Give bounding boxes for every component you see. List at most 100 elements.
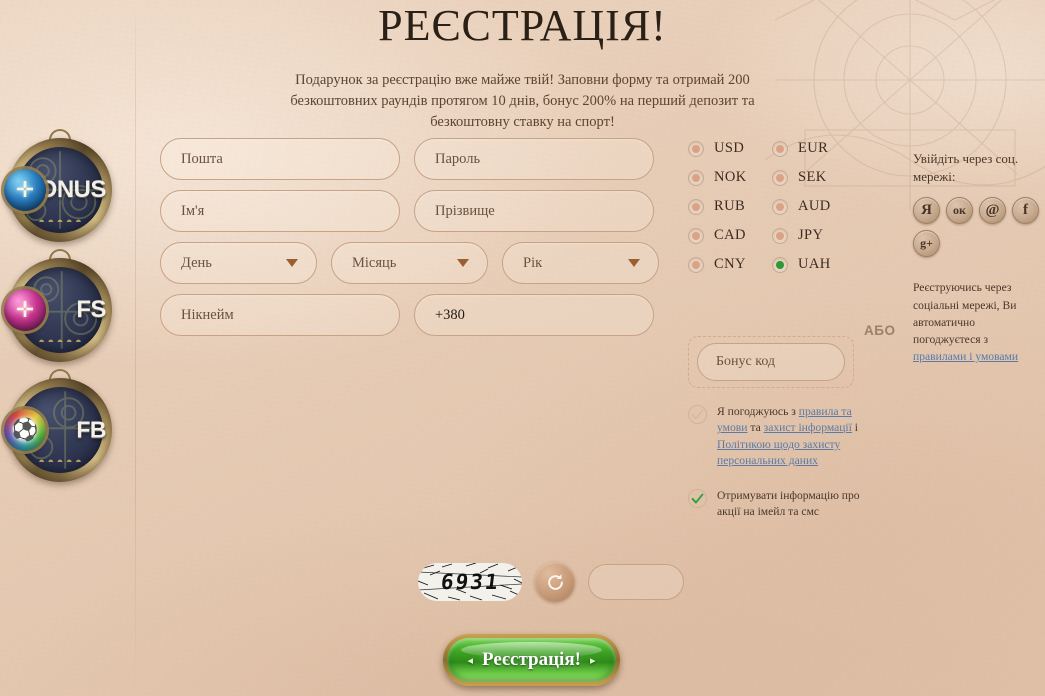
googleplus-icon[interactable]: g+ bbox=[913, 230, 940, 258]
nickname-input[interactable]: Нікнейм bbox=[160, 294, 400, 336]
currency-option-cad[interactable]: CAD bbox=[688, 227, 772, 244]
radio-icon[interactable] bbox=[688, 140, 704, 157]
captcha-noise bbox=[418, 563, 522, 601]
radio-icon[interactable] bbox=[688, 227, 704, 244]
soccer-ball-icon: ⚽ bbox=[11, 417, 39, 442]
nickname-placeholder: Нікнейм bbox=[181, 306, 234, 323]
checkbox-marketing[interactable] bbox=[688, 488, 707, 508]
currency-row: USD EUR bbox=[688, 140, 856, 157]
form-row-name: Ім'я Прізвище bbox=[160, 190, 660, 232]
social-terms-note: Реєструючись через соціальні мережі, Ви … bbox=[913, 279, 1038, 365]
odnoklassniki-icon[interactable]: ок bbox=[946, 197, 973, 225]
agreements-group: Я погоджуюсь з правила та умови та захис… bbox=[688, 404, 863, 539]
currency-label: UAH bbox=[798, 256, 831, 272]
radio-icon[interactable] bbox=[688, 198, 704, 215]
cross-icon: ✛ bbox=[15, 297, 35, 322]
captcha-input[interactable] bbox=[588, 564, 684, 600]
currency-option-uah[interactable]: UAH bbox=[772, 256, 856, 273]
currency-row: RUB AUD bbox=[688, 198, 856, 215]
currency-option-usd[interactable]: USD bbox=[688, 140, 772, 157]
currency-label: EUR bbox=[798, 140, 829, 156]
medallion-gem-fb: ⚽ bbox=[4, 409, 46, 451]
agreement-terms: Я погоджуюсь з правила та умови та захис… bbox=[688, 404, 863, 470]
bonus-code-container: Бонус код bbox=[688, 336, 854, 388]
medallion-rail: ✛ BONUS ✛ FS ⚽ FB bbox=[4, 129, 128, 498]
medallion-free-bet[interactable]: ⚽ FB bbox=[4, 369, 112, 482]
refresh-icon bbox=[547, 573, 563, 590]
medallion-bonus[interactable]: ✛ BONUS bbox=[4, 129, 112, 242]
lastname-input[interactable]: Прізвище bbox=[414, 190, 654, 232]
checkbox-terms[interactable] bbox=[688, 405, 707, 424]
captcha-image: 6931 bbox=[418, 563, 522, 601]
currency-label: SEK bbox=[798, 169, 827, 185]
cross-icon: ✛ bbox=[15, 177, 35, 202]
radio-icon[interactable] bbox=[688, 256, 704, 273]
medallion-label: FS bbox=[76, 296, 106, 323]
page-title: РЕЄСТРАЦІЯ! bbox=[378, 1, 667, 50]
agreement-marketing: Отримувати інформацію про акції на імейл… bbox=[688, 488, 863, 521]
year-select[interactable]: Рік bbox=[502, 242, 659, 284]
medallion-crown bbox=[37, 453, 83, 462]
currency-option-cny[interactable]: CNY bbox=[688, 256, 772, 273]
currency-option-rub[interactable]: RUB bbox=[688, 198, 772, 215]
currency-label: CAD bbox=[714, 227, 746, 243]
currency-option-eur[interactable]: EUR bbox=[772, 140, 856, 157]
currency-option-jpy[interactable]: JPY bbox=[772, 227, 856, 244]
registration-form: Пошта Пароль Ім'я Прізвище День Місяць Р… bbox=[160, 138, 660, 346]
phone-input[interactable]: +380 bbox=[414, 294, 654, 336]
bonus-code-input[interactable]: Бонус код bbox=[697, 343, 845, 381]
radio-icon-selected[interactable] bbox=[772, 256, 788, 273]
radio-icon[interactable] bbox=[688, 169, 704, 186]
password-placeholder: Пароль bbox=[435, 150, 481, 167]
mailru-icon[interactable]: @ bbox=[979, 197, 1006, 225]
phone-value: +380 bbox=[435, 306, 465, 323]
radio-icon[interactable] bbox=[772, 198, 788, 215]
chevron-down-icon bbox=[628, 259, 640, 267]
email-placeholder: Пошта bbox=[181, 150, 223, 167]
agreement-terms-text: Я погоджуюсь з правила та умови та захис… bbox=[717, 404, 863, 470]
link-social-terms[interactable]: правилами і умовами bbox=[913, 350, 1018, 363]
captcha-group: 6931 bbox=[418, 562, 684, 602]
firstname-placeholder: Ім'я bbox=[181, 202, 205, 219]
submit-registration-button[interactable]: ◂ Реєстрація! ▸ bbox=[443, 634, 620, 686]
form-row-birthdate: День Місяць Рік bbox=[160, 242, 660, 284]
day-placeholder: День bbox=[181, 254, 212, 271]
currency-label: CNY bbox=[714, 256, 746, 272]
radio-icon[interactable] bbox=[772, 140, 788, 157]
or-divider-label: АБО bbox=[864, 323, 896, 338]
month-placeholder: Місяць bbox=[352, 254, 397, 271]
submit-button-face: ◂ Реєстрація! ▸ bbox=[447, 638, 616, 682]
medallion-label: FB bbox=[76, 416, 106, 443]
yandex-icon[interactable]: Я bbox=[913, 197, 940, 225]
currency-label: USD bbox=[714, 140, 745, 156]
lastname-placeholder: Прізвище bbox=[435, 202, 495, 219]
radio-icon[interactable] bbox=[772, 227, 788, 244]
chevron-down-icon bbox=[457, 259, 469, 267]
day-select[interactable]: День bbox=[160, 242, 317, 284]
link-information-protection[interactable]: захист інформації bbox=[764, 421, 852, 434]
agreement-marketing-text: Отримувати інформацію про акції на імейл… bbox=[717, 488, 860, 519]
currency-option-nok[interactable]: NOK bbox=[688, 169, 772, 186]
check-icon bbox=[691, 493, 704, 504]
bonus-code-placeholder: Бонус код bbox=[716, 354, 776, 369]
social-note-prefix: Реєструючись через соціальні мережі, Ви … bbox=[913, 281, 1017, 346]
currency-option-sek[interactable]: SEK bbox=[772, 169, 856, 186]
arrow-left-icon: ◂ bbox=[467, 654, 474, 667]
currency-label: JPY bbox=[798, 227, 824, 243]
agreement-text-part: Я погоджуюсь з bbox=[717, 405, 799, 418]
currency-row: CNY UAH bbox=[688, 256, 856, 273]
month-select[interactable]: Місяць bbox=[331, 242, 488, 284]
facebook-icon[interactable]: f bbox=[1012, 197, 1039, 225]
social-icons-group: Я ок @ f g+ bbox=[913, 197, 1041, 258]
radio-icon[interactable] bbox=[772, 169, 788, 186]
currency-option-aud[interactable]: AUD bbox=[772, 198, 856, 215]
email-input[interactable]: Пошта bbox=[160, 138, 400, 180]
form-row-contact: Нікнейм +380 bbox=[160, 294, 660, 336]
link-privacy-policy[interactable]: Політикою щодо захисту персональних дани… bbox=[717, 438, 840, 467]
submit-button-label: Реєстрація! bbox=[482, 649, 581, 670]
captcha-refresh-button[interactable] bbox=[535, 562, 575, 602]
password-input[interactable]: Пароль bbox=[414, 138, 654, 180]
medallion-crown bbox=[37, 333, 83, 342]
firstname-input[interactable]: Ім'я bbox=[160, 190, 400, 232]
medallion-free-spins[interactable]: ✛ FS bbox=[4, 249, 112, 362]
